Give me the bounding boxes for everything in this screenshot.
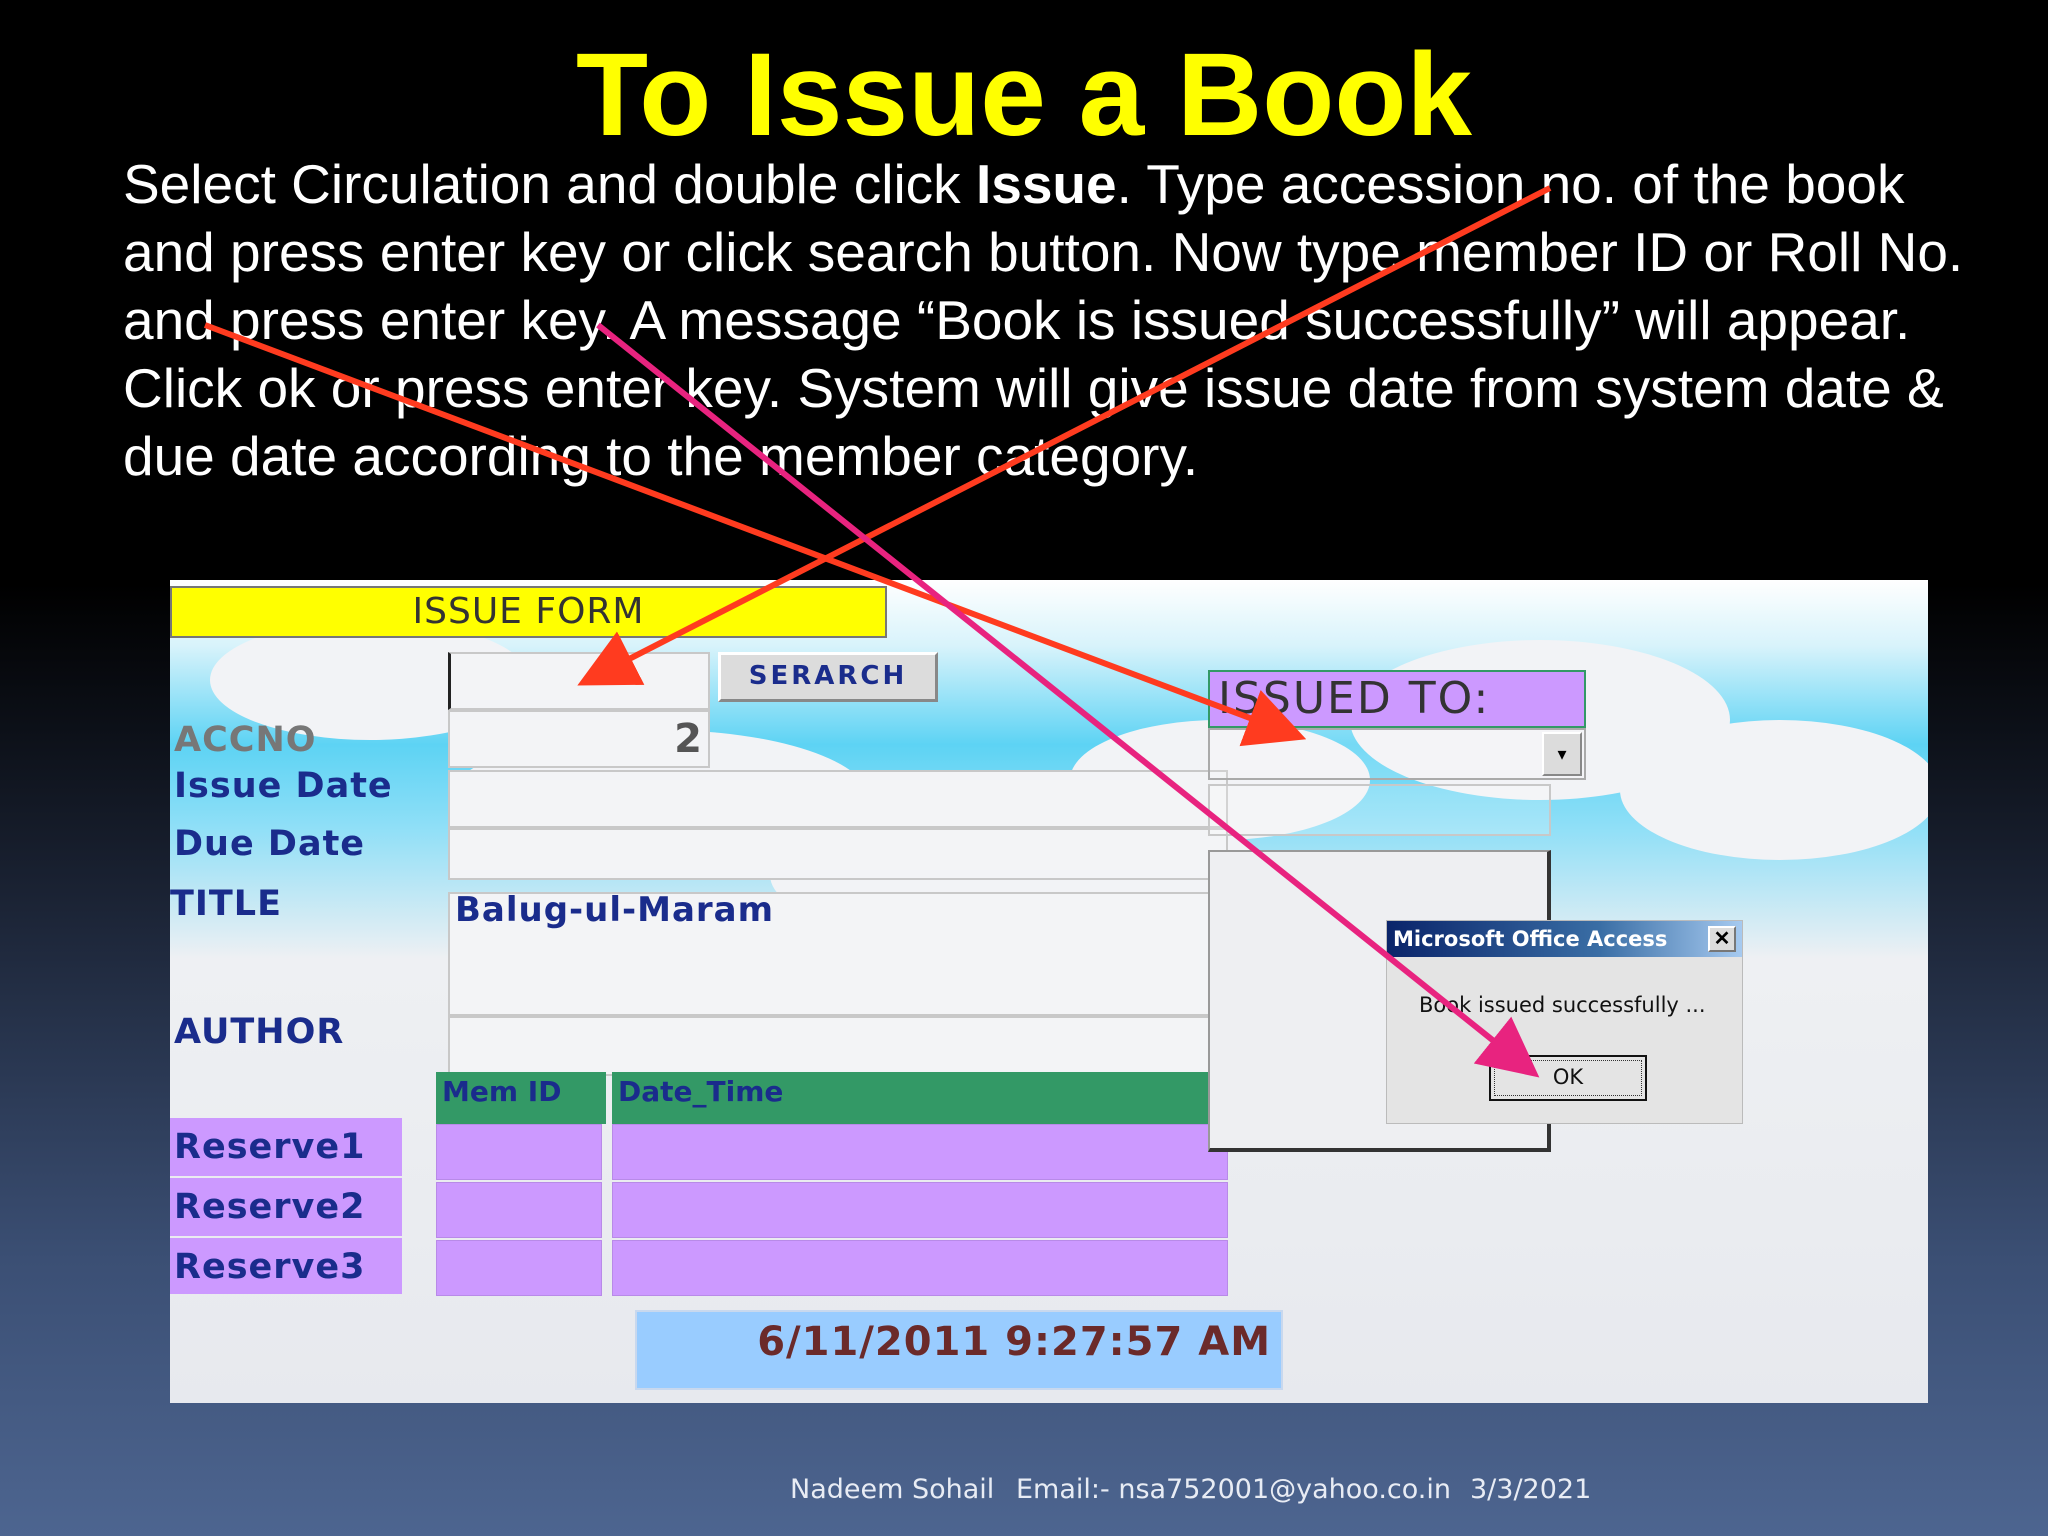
due-date-field[interactable] xyxy=(448,828,1228,880)
chevron-down-icon[interactable]: ▾ xyxy=(1542,732,1582,776)
instructions-issue-bold: Issue xyxy=(975,153,1117,215)
reserve1-label: Reserve1 xyxy=(170,1118,402,1176)
message-dialog: Microsoft Office Access ✕ Book issued su… xyxy=(1386,920,1743,1124)
issue-date-label: Issue Date xyxy=(174,766,393,806)
title-label: TITLE xyxy=(170,884,282,924)
grid-header-date-time: Date_Time xyxy=(612,1072,1228,1124)
author-field[interactable] xyxy=(448,1016,1228,1076)
current-datetime-display: 6/11/2011 9:27:57 AM xyxy=(635,1310,1283,1390)
cloud-decoration xyxy=(1620,720,1928,860)
slide-instructions: Select Circulation and double click Issu… xyxy=(123,150,1983,490)
slide-title: To Issue a Book xyxy=(575,29,1473,161)
title-value: Balug-ul-Maram xyxy=(455,890,775,930)
close-icon[interactable]: ✕ xyxy=(1708,926,1736,952)
reserve1-date-time-cell[interactable] xyxy=(612,1124,1228,1180)
author-label: AUTHOR xyxy=(174,1012,345,1052)
reserve2-date-time-cell[interactable] xyxy=(612,1182,1228,1238)
footer-email: Email:- nsa752001@yahoo.co.in xyxy=(1016,1474,1451,1505)
accno-value: 2 xyxy=(674,716,702,762)
ok-button[interactable]: OK xyxy=(1489,1055,1647,1101)
issue-date-field[interactable] xyxy=(448,770,1228,828)
member-id-combobox[interactable]: ▾ xyxy=(1208,728,1586,780)
footer-author: Nadeem Sohail xyxy=(790,1474,995,1505)
dialog-message: Book issued successfully ... xyxy=(1419,993,1706,1017)
reserve2-label: Reserve2 xyxy=(170,1178,402,1236)
accno-label: ACCNO xyxy=(174,720,317,760)
instructions-part-1: Select Circulation and double click xyxy=(123,153,976,215)
reserve3-label: Reserve3 xyxy=(170,1238,402,1294)
reserve3-date-time-cell[interactable] xyxy=(612,1240,1228,1296)
issued-to-label: ISSUED TO: xyxy=(1208,670,1586,728)
accession-search-input[interactable] xyxy=(448,652,710,710)
reserve3-mem-id-cell[interactable] xyxy=(436,1240,602,1296)
dialog-title: Microsoft Office Access xyxy=(1387,921,1742,957)
reserve2-mem-id-cell[interactable] xyxy=(436,1182,602,1238)
issue-form-screenshot: ISSUE FORM SERARCH ACCNO 2 Issue Date Du… xyxy=(170,580,1928,1403)
grid-header-mem-id: Mem ID xyxy=(436,1072,606,1124)
issue-form-header: ISSUE FORM xyxy=(170,586,887,638)
reserve1-mem-id-cell[interactable] xyxy=(436,1124,602,1180)
due-date-label: Due Date xyxy=(174,824,366,864)
search-button[interactable]: SERARCH xyxy=(718,652,938,702)
footer-date: 3/3/2021 xyxy=(1470,1474,1592,1505)
member-name-field[interactable] xyxy=(1208,784,1551,836)
